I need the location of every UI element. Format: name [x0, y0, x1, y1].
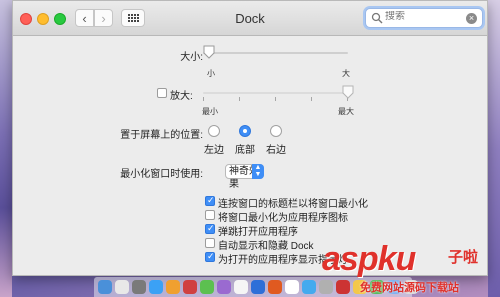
option-label-animate-opening: 弹跳打开应用程序: [218, 227, 298, 238]
magnification-slider-knob[interactable]: [342, 85, 354, 99]
position-right-label: 右边: [266, 145, 286, 156]
minimize-effect-popup[interactable]: 神奇效果 ▲ ▼: [225, 164, 264, 190]
dock-app-icon[interactable]: [132, 280, 146, 294]
dock-app-icon[interactable]: [149, 280, 163, 294]
preferences-window: ‹ › Dock × 大小: 小 大 放大:: [12, 0, 488, 276]
dock-app-icon[interactable]: [98, 280, 112, 294]
magnification-slider-track: [203, 92, 348, 94]
watermark-tagline: 免费网站源码下载站: [360, 282, 459, 294]
dock-app-icon[interactable]: [183, 280, 197, 294]
dock-app-icon[interactable]: [234, 280, 248, 294]
option-label-autohide-dock: 自动显示和隐藏 Dock: [218, 241, 314, 252]
clear-search-icon[interactable]: ×: [466, 13, 477, 24]
magnification-slider-ticks: [203, 97, 348, 101]
size-slider-knob[interactable]: [203, 45, 215, 59]
magnification-max-label: 最大: [338, 107, 354, 116]
size-max-label: 大: [342, 69, 350, 78]
option-label-double-click-title: 连按窗口的标题栏以将窗口最小化: [218, 199, 368, 210]
search-icon: [371, 12, 383, 24]
dock-app-icon[interactable]: [302, 280, 316, 294]
dock-app-icon[interactable]: [166, 280, 180, 294]
option-checkbox-autohide-dock[interactable]: [205, 238, 215, 248]
size-slider-track: [203, 52, 348, 54]
magnification-min-label: 最小: [202, 107, 218, 116]
minimize-effect-label: 最小化窗口时使用:: [120, 169, 203, 180]
position-bottom-radio[interactable]: [239, 125, 251, 137]
dock-app-icon[interactable]: [251, 280, 265, 294]
option-label-minimize-into-icon: 将窗口最小化为应用程序图标: [218, 213, 348, 224]
position-bottom-label: 底部: [235, 145, 255, 156]
search-field[interactable]: ×: [365, 8, 483, 28]
magnification-label: 放大:: [170, 91, 193, 102]
size-slider[interactable]: [203, 45, 353, 63]
watermark: aspku 子啦 免费网站源码下载站: [322, 240, 492, 297]
option-checkbox-double-click-title[interactable]: [205, 195, 215, 206]
size-label: 大小:: [180, 52, 203, 63]
watermark-sub: 子啦: [448, 249, 479, 266]
dock-app-icon[interactable]: [115, 280, 129, 294]
position-left-label: 左边: [204, 145, 224, 156]
dock-app-icon[interactable]: [285, 280, 299, 294]
option-checkbox-animate-opening[interactable]: [205, 223, 215, 234]
watermark-logo: aspku: [322, 240, 416, 278]
dock-app-icon[interactable]: [268, 280, 282, 294]
magnification-checkbox[interactable]: [157, 88, 167, 98]
desktop-edge-left: [0, 0, 12, 297]
option-checkbox-show-indicators[interactable]: [205, 251, 215, 262]
title-bar: ‹ › Dock ×: [13, 1, 487, 36]
up-down-arrows-icon: ▲ ▼: [252, 164, 264, 179]
size-min-label: 小: [207, 69, 215, 78]
position-right-radio[interactable]: [270, 125, 282, 137]
dock-app-icon[interactable]: [200, 280, 214, 294]
position-left-radio[interactable]: [208, 125, 220, 137]
magnification-slider[interactable]: [203, 85, 354, 107]
dock-app-icon[interactable]: [217, 280, 231, 294]
position-label: 置于屏幕上的位置:: [120, 130, 203, 141]
option-checkbox-minimize-into-icon[interactable]: [205, 210, 215, 220]
search-input[interactable]: [385, 11, 465, 22]
